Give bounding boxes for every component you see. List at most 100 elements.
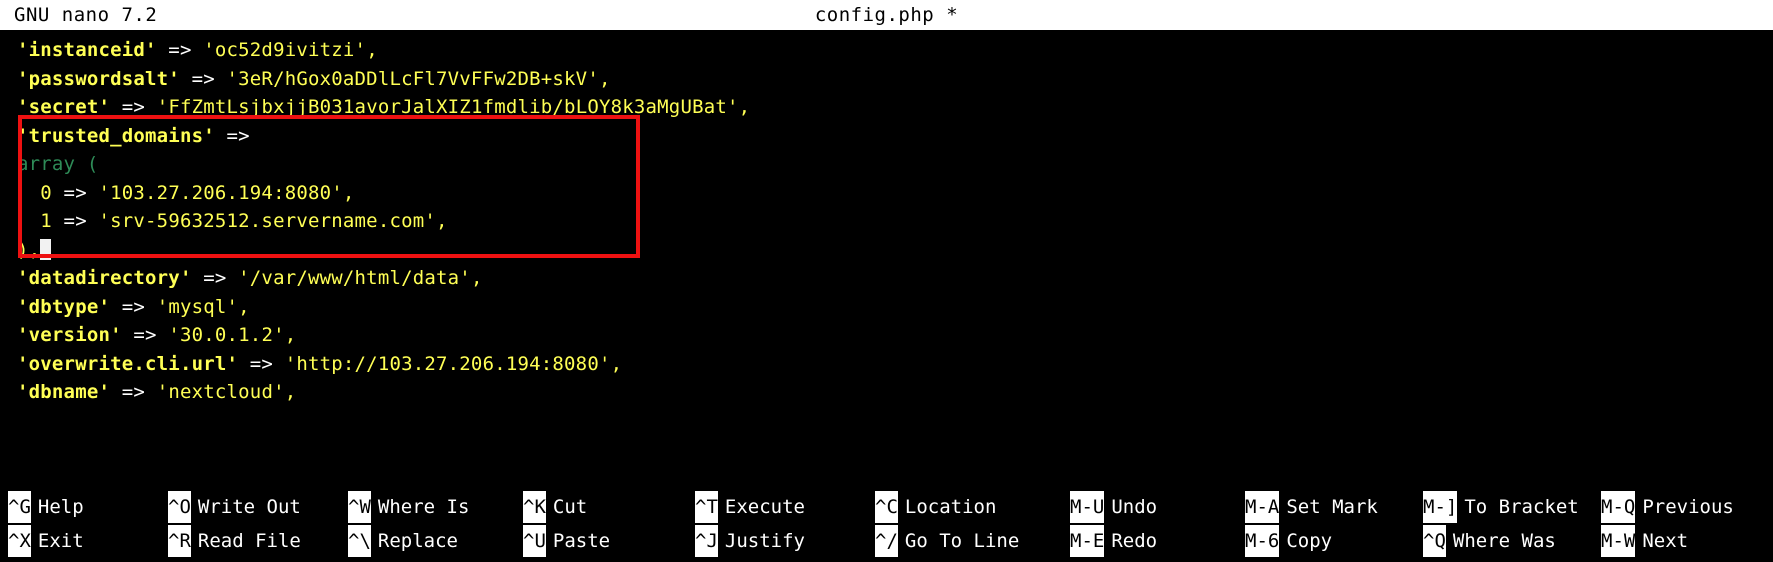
shortcut-label: Where Was bbox=[1452, 530, 1556, 552]
shortcut-label: Write Out bbox=[197, 496, 301, 518]
shortcut-label: Replace bbox=[377, 530, 458, 552]
config-value: '/var/www/html/data' bbox=[238, 267, 471, 289]
shortcut-key: ^J bbox=[695, 525, 718, 557]
shortcut-justify[interactable]: ^J Justify bbox=[695, 525, 875, 557]
shortcut-key: M-W bbox=[1601, 525, 1636, 557]
shortcut-row-bottom: ^X Exit ^R Read File ^\ Replace ^U Paste ^J J… bbox=[0, 524, 1773, 558]
code-line-secret[interactable]: 'secret' => 'FfZmtLsjbxjjB031avorJalXIZ1… bbox=[0, 93, 1773, 122]
shortcut-label: Set Mark bbox=[1286, 496, 1378, 518]
config-value: 'mysql' bbox=[156, 295, 239, 318]
shortcut-exit[interactable]: ^X Exit bbox=[0, 525, 168, 557]
close-paren-comma: ), bbox=[17, 238, 41, 261]
code-line-passwordsalt[interactable]: 'passwordsalt' => '3eR/hGox0aDDlLcFl7VvF… bbox=[0, 65, 1773, 94]
code-line-domain-1[interactable]: 1 => 'srv-59632512.servername.com', bbox=[0, 207, 1773, 236]
shortcut-label: Location bbox=[904, 496, 997, 518]
shortcut-label: Paste bbox=[552, 530, 611, 552]
config-value: '103.27.206.194:8080' bbox=[98, 181, 343, 204]
shortcut-replace[interactable]: ^\ Replace bbox=[348, 525, 523, 557]
arrow-operator: => bbox=[110, 295, 157, 318]
code-line-trusted-domains[interactable]: 'trusted_domains' => bbox=[0, 122, 1773, 151]
config-key: 'instanceid' bbox=[17, 39, 157, 61]
shortcut-where-is[interactable]: ^W Where Is bbox=[348, 491, 523, 523]
shortcut-location[interactable]: ^C Location bbox=[875, 491, 1070, 523]
shortcut-read-file[interactable]: ^R Read File bbox=[168, 525, 348, 557]
shortcut-label: Help bbox=[37, 496, 84, 518]
shortcut-write-out[interactable]: ^O Write Out bbox=[168, 491, 348, 523]
comma: , bbox=[738, 96, 751, 118]
shortcut-label: Next bbox=[1642, 530, 1689, 552]
shortcut-to-bracket[interactable]: M-] To Bracket bbox=[1423, 491, 1601, 523]
config-key: 'passwordsalt' bbox=[17, 67, 180, 90]
config-key: 'datadirectory' bbox=[17, 267, 192, 289]
shortcut-go-to-line[interactable]: ^/ Go To Line bbox=[875, 525, 1070, 557]
comma: , bbox=[366, 39, 378, 61]
code-line-dbtype[interactable]: 'dbtype' => 'mysql', bbox=[0, 293, 1773, 322]
comma: , bbox=[610, 352, 623, 375]
shortcut-redo[interactable]: M-E Redo bbox=[1070, 525, 1245, 557]
comma: , bbox=[342, 181, 355, 204]
arrow-operator: => bbox=[191, 267, 239, 289]
shortcut-label: Read File bbox=[197, 530, 301, 552]
config-value: '3eR/hGox0aDDlLcFl7VvFFw2DB+skV' bbox=[226, 67, 599, 90]
shortcut-key: ^C bbox=[875, 491, 898, 523]
arrow-operator: => bbox=[156, 39, 204, 61]
shortcut-where-was[interactable]: ^Q Where Was bbox=[1423, 525, 1601, 557]
shortcut-label: Exit bbox=[37, 530, 84, 552]
shortcut-key: M-] bbox=[1423, 491, 1458, 523]
comma: , bbox=[284, 381, 297, 403]
shortcut-key: ^X bbox=[8, 525, 31, 557]
code-line-dbname[interactable]: 'dbname' => 'nextcloud', bbox=[0, 378, 1773, 407]
shortcut-key: M-U bbox=[1070, 491, 1105, 523]
shortcut-paste[interactable]: ^U Paste bbox=[523, 525, 695, 557]
arrow-operator: => bbox=[214, 124, 250, 147]
code-line-instanceid[interactable]: 'instanceid' => 'oc52d9ivitzi', bbox=[0, 36, 1773, 65]
shortcut-label: Go To Line bbox=[904, 530, 1020, 552]
shortcut-key: ^\ bbox=[348, 525, 371, 557]
array-index: 0 bbox=[17, 181, 52, 204]
text-cursor bbox=[40, 238, 52, 260]
shortcut-key: ^O bbox=[168, 491, 191, 523]
shortcut-label: Redo bbox=[1111, 530, 1158, 552]
shortcut-row-top: ^G Help ^O Write Out ^W Where Is ^K Cut ^T Ex… bbox=[0, 490, 1773, 524]
shortcut-previous[interactable]: M-Q Previous bbox=[1601, 491, 1773, 523]
shortcut-next[interactable]: M-W Next bbox=[1601, 525, 1773, 557]
shortcut-set-mark[interactable]: M-A Set Mark bbox=[1245, 491, 1423, 523]
config-value: 'http://103.27.206.194:8080' bbox=[284, 352, 611, 375]
shortcut-label: Execute bbox=[724, 496, 805, 518]
shortcut-key: ^Q bbox=[1423, 525, 1446, 557]
shortcut-execute[interactable]: ^T Execute bbox=[695, 491, 875, 523]
shortcut-label: Previous bbox=[1642, 496, 1734, 518]
code-line-overwrite-cli-url[interactable]: 'overwrite.cli.url' => 'http://103.27.20… bbox=[0, 350, 1773, 379]
config-value: 'srv-59632512.servername.com' bbox=[98, 210, 437, 232]
code-line-array-close[interactable]: ), bbox=[0, 236, 1773, 265]
shortcut-cut[interactable]: ^K Cut bbox=[523, 491, 695, 523]
shortcut-key: ^G bbox=[8, 491, 31, 523]
arrow-operator: => bbox=[110, 96, 157, 118]
shortcut-key: ^T bbox=[695, 491, 718, 523]
shortcut-help-bar: ^G Help ^O Write Out ^W Where Is ^K Cut ^T Ex… bbox=[0, 486, 1773, 562]
shortcut-key: ^K bbox=[523, 491, 546, 523]
config-key: 'dbname' bbox=[17, 381, 111, 403]
shortcut-undo[interactable]: M-U Undo bbox=[1070, 491, 1245, 523]
config-key: 'trusted_domains' bbox=[17, 124, 215, 147]
comma: , bbox=[238, 295, 250, 318]
code-line-version[interactable]: 'version' => '30.0.1.2', bbox=[0, 321, 1773, 350]
comma: , bbox=[470, 267, 483, 289]
editor-text-area[interactable]: 'instanceid' => 'oc52d9ivitzi', 'passwor… bbox=[0, 30, 1773, 486]
arrow-operator: => bbox=[51, 210, 99, 232]
shortcut-copy[interactable]: M-6 Copy bbox=[1245, 525, 1423, 557]
config-value: 'oc52d9ivitzi' bbox=[203, 39, 367, 61]
code-line-datadirectory[interactable]: 'datadirectory' => '/var/www/html/data', bbox=[0, 264, 1773, 293]
config-key: 'version' bbox=[17, 324, 122, 346]
comma: , bbox=[284, 324, 297, 346]
shortcut-label: Copy bbox=[1286, 530, 1333, 552]
shortcut-key: ^R bbox=[168, 525, 191, 557]
arrow-operator: => bbox=[121, 324, 169, 346]
shortcut-key: M-A bbox=[1245, 491, 1280, 523]
shortcut-help[interactable]: ^G Help bbox=[0, 491, 168, 523]
shortcut-key: ^U bbox=[523, 525, 546, 557]
code-line-domain-0[interactable]: 0 => '103.27.206.194:8080', bbox=[0, 179, 1773, 208]
filename-label: config.php * bbox=[814, 4, 959, 26]
code-line-array-open[interactable]: array ( bbox=[0, 150, 1773, 179]
arrow-operator: => bbox=[51, 181, 99, 204]
